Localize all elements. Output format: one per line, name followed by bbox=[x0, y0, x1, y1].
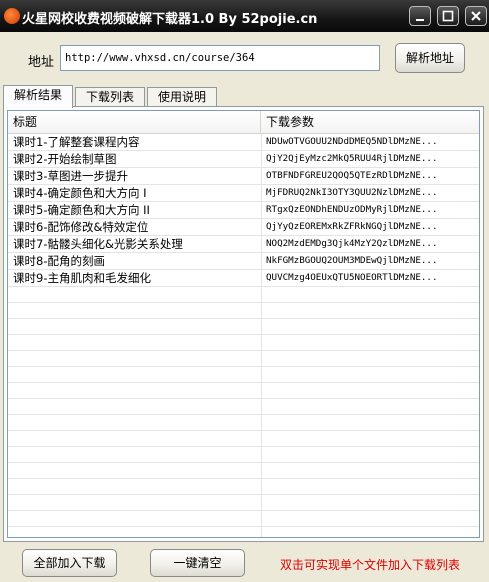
table-row[interactable]: 课时5-确定颜色和大方向 II RTgxQzEONDhENDUzODMyRjlDM… bbox=[8, 202, 479, 219]
maximize-button[interactable] bbox=[437, 6, 459, 26]
parse-address-button[interactable]: 解析地址 bbox=[395, 43, 465, 73]
row-title: 课时3-草图进一步提升 bbox=[13, 169, 128, 183]
empty-grid-line bbox=[8, 335, 479, 351]
tab-instructions[interactable]: 使用说明 bbox=[147, 87, 217, 107]
row-param: RTgxQzEONDhENDUzODMyRjlDMzNE... bbox=[266, 204, 438, 215]
tab-parse-results[interactable]: 解析结果 bbox=[3, 85, 73, 108]
row-title: 课时7-骷髅头细化&光影关系处理 bbox=[13, 237, 183, 251]
empty-grid-line bbox=[8, 351, 479, 367]
url-input[interactable] bbox=[60, 45, 380, 71]
empty-grid-line bbox=[8, 511, 479, 527]
row-title: 课时9-主角肌肉和毛发细化 bbox=[13, 271, 151, 285]
table-row[interactable]: 课时8-配角的刻画 NkFGMzBGOUQ2OUM3MDEwQjlDMzNE... bbox=[8, 253, 479, 270]
empty-grid-line bbox=[8, 383, 479, 399]
tab-download-list[interactable]: 下载列表 bbox=[75, 87, 145, 107]
empty-grid-line bbox=[8, 495, 479, 511]
row-title: 课时2-开始绘制草图 bbox=[13, 152, 117, 166]
list-header: 标题 下载参数 bbox=[8, 111, 479, 134]
row-param: NOQ2MzdEMDg3Qjk4MzY2QzlDMzNE... bbox=[266, 238, 438, 249]
row-param: NDUwOTVGOUU2NDdDMEQ5NDlDMzNE... bbox=[266, 136, 438, 147]
empty-grid-line bbox=[8, 367, 479, 383]
minimize-button[interactable] bbox=[409, 6, 431, 26]
row-param: OTBFNDFGREU2QOQ5QTEzRDlDMzNE... bbox=[266, 170, 438, 181]
hint-text: 双击可实现单个文件加入下载列表 bbox=[280, 558, 461, 572]
row-title: 课时5-确定颜色和大方向 II bbox=[13, 203, 150, 217]
empty-grid-line bbox=[8, 431, 479, 447]
window-title: 火星网校收费视频破解下载器1.0 By 52pojie.cn bbox=[22, 12, 318, 27]
row-param: QjY2QjEyMzc2MkQ5RUU4RjlDMzNE... bbox=[266, 153, 438, 164]
empty-grid-line bbox=[8, 303, 479, 319]
table-row[interactable]: 课时1-了解整套课程内容 NDUwOTVGOUU2NDdDMEQ5NDlDMzNE… bbox=[8, 134, 479, 151]
column-header-params[interactable]: 下载参数 bbox=[261, 111, 479, 133]
row-title: 课时4-确定颜色和大方向 I bbox=[13, 186, 147, 200]
row-title: 课时1-了解整套课程内容 bbox=[13, 135, 140, 149]
empty-grid-line bbox=[8, 415, 479, 431]
results-list[interactable]: 标题 下载参数 课时1-了解整套课程内容 NDUwOTVGOUU2NDdDMEQ5… bbox=[7, 110, 480, 538]
row-param: QUVCMzg4OEUxQTU5NOEORTlDMzNE... bbox=[266, 272, 438, 283]
row-param: NkFGMzBGOUQ2OUM3MDEwQjlDMzNE... bbox=[266, 255, 438, 266]
table-row[interactable]: 课时6-配饰修改&特效定位 QjYyQzEOREMxRkZFRkNGQjlDMzN… bbox=[8, 219, 479, 236]
address-label: 地址 bbox=[28, 55, 55, 70]
close-button[interactable] bbox=[465, 6, 487, 26]
row-param: MjFDRUQ2NkI3OTY3QUU2NzlDMzNE... bbox=[266, 187, 438, 198]
table-row[interactable]: 课时9-主角肌肉和毛发细化 QUVCMzg4OEUxQTU5NOEORTlDMzN… bbox=[8, 270, 479, 287]
empty-grid-line bbox=[8, 479, 479, 495]
table-row[interactable]: 课时2-开始绘制草图 QjY2QjEyMzc2MkQ5RUU4RjlDMzNE..… bbox=[8, 151, 479, 168]
table-row[interactable]: 课时3-草图进一步提升 OTBFNDFGREU2QOQ5QTEzRDlDMzNE.… bbox=[8, 168, 479, 185]
table-row[interactable]: 课时7-骷髅头细化&光影关系处理 NOQ2MzdEMDg3Qjk4MzY2QzlD… bbox=[8, 236, 479, 253]
minimize-icon bbox=[416, 19, 424, 21]
clear-all-button[interactable]: 一键清空 bbox=[150, 549, 245, 577]
row-title: 课时8-配角的刻画 bbox=[13, 254, 105, 268]
empty-grid-line bbox=[8, 319, 479, 335]
results-panel: 标题 下载参数 课时1-了解整套课程内容 NDUwOTVGOUU2NDdDMEQ5… bbox=[3, 106, 484, 542]
column-header-title[interactable]: 标题 bbox=[8, 111, 261, 133]
row-param: QjYyQzEOREMxRkZFRkNGQjlDMzNE... bbox=[266, 221, 438, 232]
row-title: 课时6-配饰修改&特效定位 bbox=[13, 220, 149, 234]
empty-grid-line bbox=[8, 463, 479, 479]
table-row[interactable]: 课时4-确定颜色和大方向 I MjFDRUQ2NkI3OTY3QUU2NzlDMz… bbox=[8, 185, 479, 202]
app-icon bbox=[4, 8, 20, 24]
close-icon bbox=[471, 11, 481, 21]
add-all-download-button[interactable]: 全部加入下载 bbox=[22, 549, 117, 577]
maximize-icon bbox=[442, 10, 454, 22]
title-bar: 火星网校收费视频破解下载器1.0 By 52pojie.cn bbox=[0, 0, 489, 32]
empty-grid-line bbox=[8, 287, 479, 303]
empty-grid-line bbox=[8, 447, 479, 463]
empty-grid-line bbox=[8, 399, 479, 415]
list-rows: 课时1-了解整套课程内容 NDUwOTVGOUU2NDdDMEQ5NDlDMzNE… bbox=[8, 134, 479, 287]
empty-grid-line bbox=[8, 527, 479, 537]
